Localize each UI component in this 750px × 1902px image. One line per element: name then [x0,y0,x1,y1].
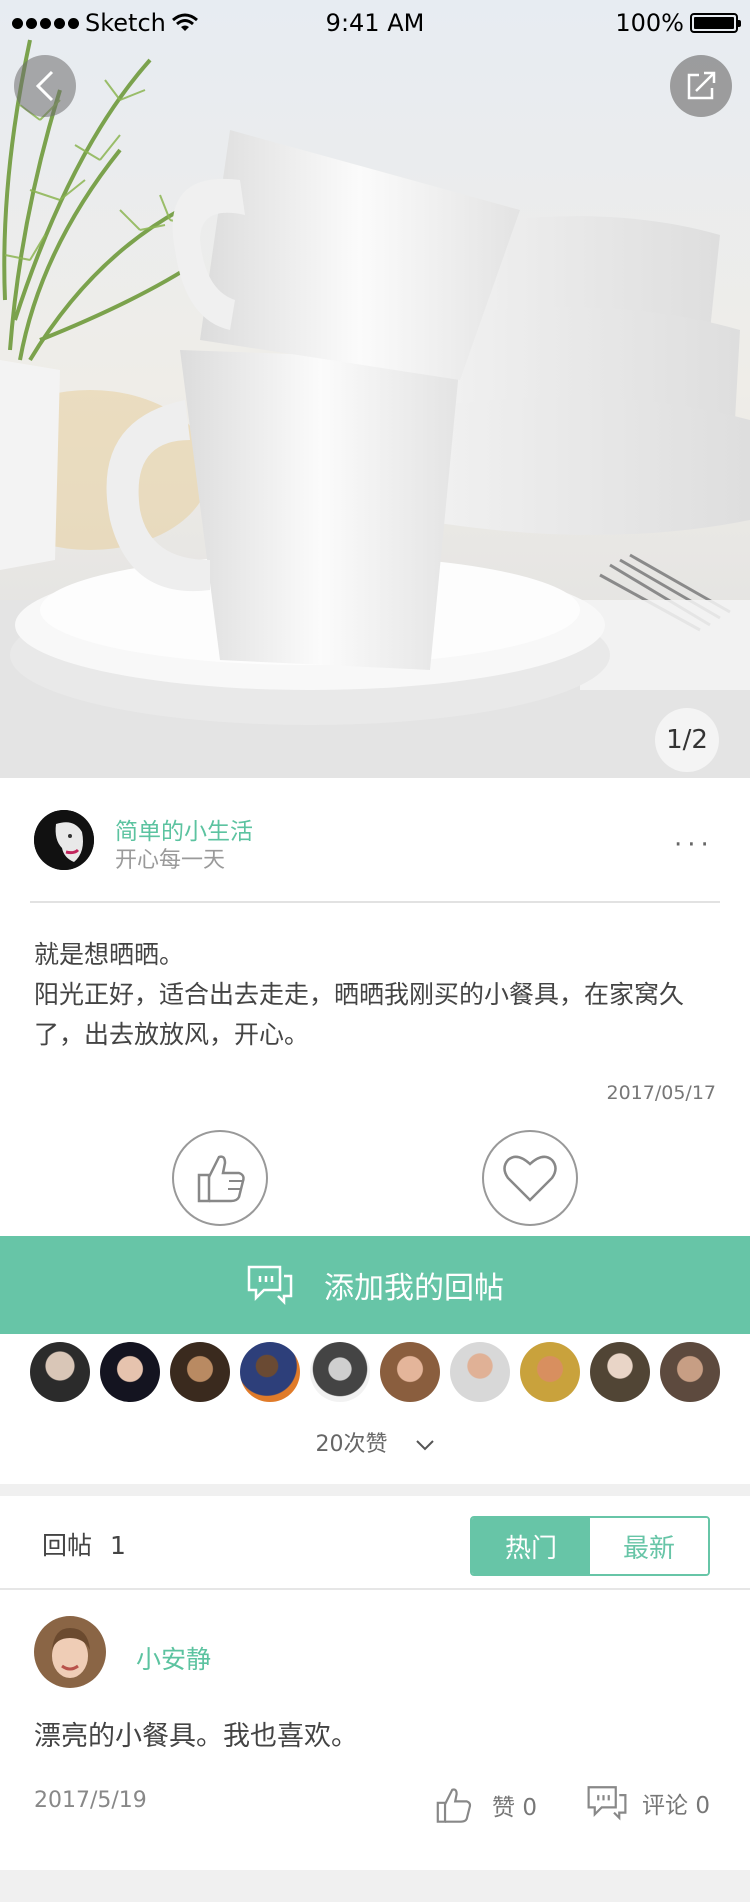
like-number: 0 [522,1795,537,1821]
reply-avatar[interactable] [34,1616,106,1688]
thumb-up-icon [197,1155,245,1203]
liker-avatar[interactable] [660,1342,720,1402]
reply-author-name[interactable]: 小安静 [136,1640,211,1676]
liker-avatar[interactable] [380,1342,440,1402]
back-icon [35,70,54,102]
author-signature: 开心每一天 [115,848,226,873]
liker-avatar[interactable] [450,1342,510,1402]
heart-icon [503,1155,557,1202]
liker-avatar[interactable] [170,1342,230,1402]
hero-photo[interactable]: Sketch 9:41 AM 100% 1/2 [0,0,750,778]
comment-number: 0 [695,1793,710,1819]
author-avatar[interactable] [34,810,94,870]
tab-hot[interactable]: 热门 [472,1518,590,1574]
reply-comment-button[interactable]: 评论 0 [586,1784,710,1822]
tableware-photo [0,0,750,778]
thumb-up-icon [436,1788,472,1823]
liker-avatar[interactable] [240,1342,300,1402]
post-text: 就是想晒晒。 阳光正好，适合出去走走，晒晒我刚买的小餐具，在家窝久了，出去放放风… [34,940,685,1049]
replies-label: 回帖 1 [42,1526,126,1562]
reply-item: 小安静 漂亮的小餐具。我也喜欢。 2017/5/19 赞 0 评论 0 [0,1590,750,1870]
chevron-down-icon [415,1440,434,1451]
page-indicator: 1/2 [655,708,719,772]
post-card: 简单的小生活 开心每一天 ··· 就是想晒晒。 阳光正好，适合出去走走，晒晒我刚… [0,778,750,1236]
reply-text: 漂亮的小餐具。我也喜欢。 [34,1721,358,1752]
liker-avatar[interactable] [590,1342,650,1402]
back-button[interactable] [14,55,76,117]
status-bar: Sketch 9:41 AM 100% [0,0,750,44]
battery-icon [690,13,741,33]
liker-avatar[interactable] [100,1342,160,1402]
post-date: 2017/05/17 [606,1082,716,1104]
tab-latest[interactable]: 最新 [590,1518,708,1574]
reply-comment-label: 评论 0 [642,1786,710,1820]
share-icon [687,71,716,100]
divider [30,901,720,903]
liker-avatar[interactable] [310,1342,370,1402]
add-reply-label: 添加我的回帖 [324,1271,504,1306]
battery-label: 100% [615,9,684,37]
more-button[interactable]: ··· [674,830,714,860]
author-name[interactable]: 简单的小生活 [115,812,253,846]
reply-date: 2017/5/19 [34,1788,147,1813]
share-button[interactable] [670,55,732,117]
liker-avatar[interactable] [520,1342,580,1402]
reply-like-label: 赞 0 [492,1788,537,1822]
like-label: 赞 [492,1795,515,1821]
chat-icon [247,1265,293,1306]
chat-icon [587,1786,627,1821]
replies-title: 回帖 [42,1531,93,1560]
replies-header: 回帖 1 热门 最新 [0,1496,750,1590]
sort-tabs: 热门 最新 [470,1516,710,1576]
like-count[interactable]: 20次赞 [0,1426,750,1458]
like-count-label: 20次赞 [315,1432,388,1457]
add-reply-button[interactable]: 添加我的回帖 [0,1236,750,1334]
comment-label: 评论 [642,1793,688,1819]
liker-avatars [30,1342,720,1402]
liker-avatar[interactable] [30,1342,90,1402]
favorite-button[interactable] [482,1130,578,1226]
reply-like-button[interactable]: 赞 0 [432,1784,537,1826]
likers-section: 20次赞 [0,1334,750,1484]
replies-count: 1 [109,1531,126,1560]
like-button[interactable] [172,1130,268,1226]
